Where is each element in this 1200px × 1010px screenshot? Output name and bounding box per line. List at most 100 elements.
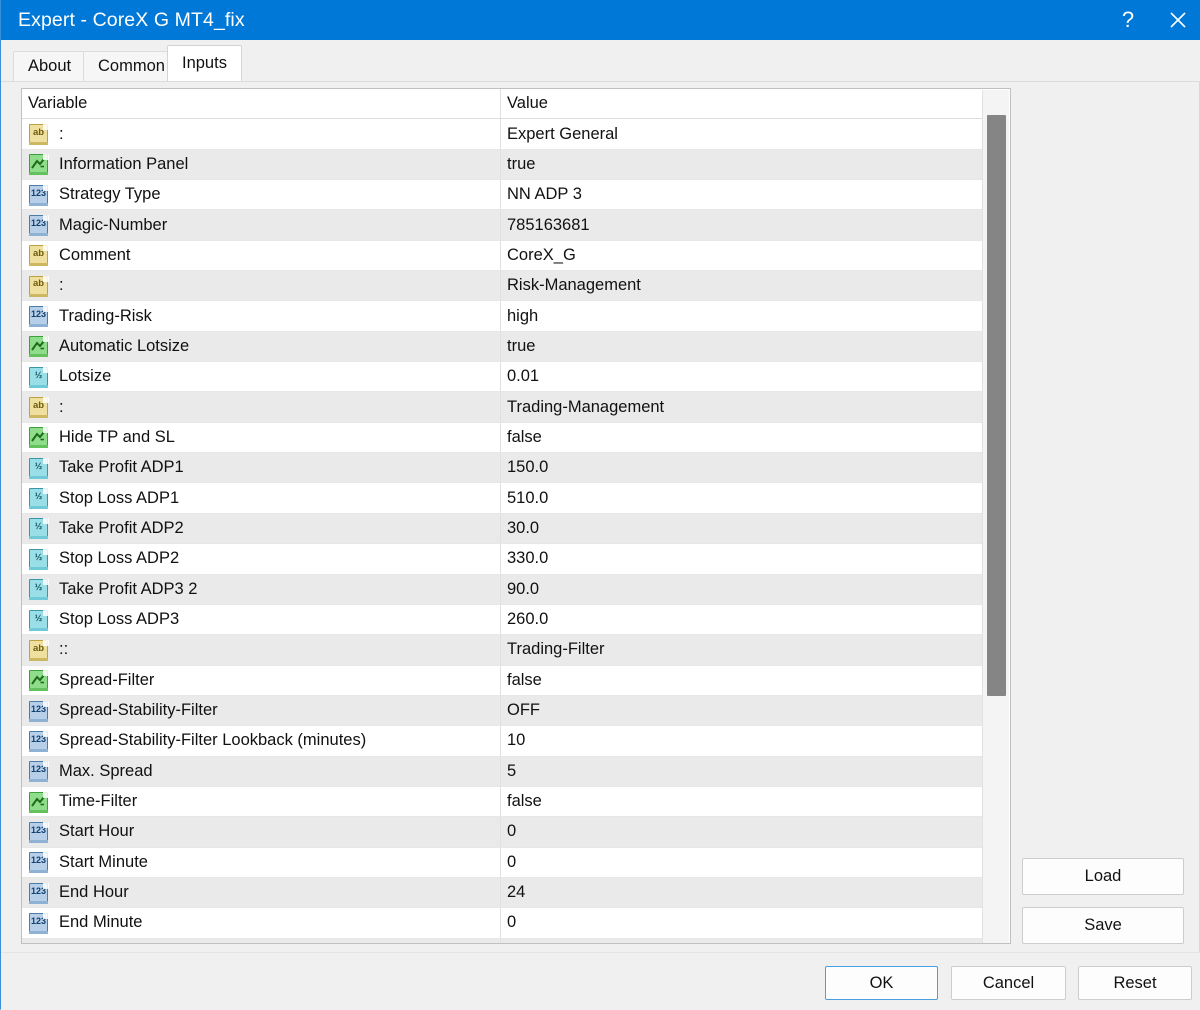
value-text: false: [507, 670, 542, 689]
tab-strip: About Common Inputs: [1, 40, 1200, 82]
table-row[interactable]: ab Comment CoreX_G: [22, 240, 983, 272]
cell-value[interactable]: true: [501, 150, 983, 179]
variable-label: Start Minute: [59, 852, 148, 871]
cell-value[interactable]: 5: [501, 757, 983, 786]
variable-label: Take Profit ADP3 2: [59, 579, 198, 598]
cell-value[interactable]: true: [501, 332, 983, 361]
value-text: 785163681: [507, 215, 590, 234]
value-text: 510.0: [507, 488, 549, 507]
cell-value[interactable]: NN ADP 3: [501, 180, 983, 209]
save-button[interactable]: Save: [1022, 907, 1184, 944]
value-text: Expert General: [507, 124, 618, 143]
table-row[interactable]: ½ Take Profit ADP2 30.0: [22, 513, 983, 545]
table-row[interactable]: ½ Stop Loss ADP1 510.0: [22, 483, 983, 514]
cell-variable: ab:: [22, 271, 501, 301]
value-text: OFF: [507, 701, 540, 720]
reset-button[interactable]: Reset: [1078, 966, 1192, 1000]
table-row[interactable]: Information Panel true: [22, 149, 983, 181]
cell-value[interactable]: 30.0: [501, 514, 983, 543]
scrollbar-thumb[interactable]: [987, 115, 1006, 696]
cell-value[interactable]: 260.0: [501, 605, 983, 634]
table-row[interactable]: ½ Take Profit ADP1 150.0: [22, 453, 983, 484]
cell-value[interactable]: 10: [501, 726, 983, 755]
table-row[interactable]: ½ Stop Loss ADP3 260.0: [22, 604, 983, 636]
cell-value[interactable]: CoreX_G: [501, 241, 983, 270]
table-row[interactable]: ab: Trading-Management: [22, 392, 983, 423]
table-row[interactable]: 123 End Hour 24: [22, 877, 983, 909]
table-header-row: Variable Value: [22, 89, 983, 120]
cell-variable: 123 Start Minute: [22, 847, 501, 877]
value-text: false: [507, 792, 542, 811]
table-row[interactable]: 123 Start Minute 0: [22, 847, 983, 878]
table-row[interactable]: Time-Filter false: [22, 786, 983, 818]
value-text: high: [507, 306, 539, 325]
tab-about[interactable]: About: [13, 51, 87, 81]
load-button[interactable]: Load: [1022, 858, 1184, 895]
table-row[interactable]: 123 Max. Spread 5: [22, 756, 983, 787]
cell-value[interactable]: false: [501, 666, 983, 695]
cell-variable: ab Comment: [22, 240, 501, 271]
expert-properties-dialog: Expert - CoreX G MT4_fix ? About Common …: [0, 0, 1200, 1010]
double-type-icon: ½: [28, 609, 50, 631]
table-row[interactable]: ab: Risk-Management: [22, 271, 983, 302]
table-row[interactable]: ab: Expert General: [22, 119, 983, 150]
cell-variable: 123 Max. Spread: [22, 756, 501, 786]
cell-value[interactable]: high: [501, 301, 983, 330]
table-row[interactable]: ab:: Trading-Filter: [22, 635, 983, 666]
table-row[interactable]: 123 Spread-Stability-Filter Lookback (min…: [22, 726, 983, 757]
table-row[interactable]: 123 Magic-Number 785163681: [22, 210, 983, 241]
string-type-icon: ab: [28, 244, 50, 267]
table-row[interactable]: 123 End Minute 0: [22, 908, 983, 939]
double-type-icon: ½: [28, 487, 50, 510]
string-type-icon: ab: [28, 123, 50, 146]
cell-variable: ½ Stop Loss ADP1: [22, 483, 501, 513]
close-button[interactable]: [1155, 0, 1200, 40]
tab-inputs[interactable]: Inputs: [167, 45, 242, 81]
cancel-button[interactable]: Cancel: [951, 966, 1066, 1000]
header-cell-variable: Variable: [22, 89, 501, 119]
value-text: 0: [507, 822, 517, 841]
variable-label: End Minute: [59, 913, 143, 932]
table-row[interactable]: Spread-Filter false: [22, 665, 983, 696]
table-row[interactable]: 123 Start Hour 0: [22, 817, 983, 848]
tab-common[interactable]: Common: [83, 51, 180, 81]
cell-value[interactable]: Expert General: [501, 119, 983, 148]
table-row[interactable]: 123 Strategy Type NN ADP 3: [22, 180, 983, 211]
cell-value[interactable]: 150.0: [501, 453, 983, 482]
variable-label: Max. Spread: [59, 761, 153, 780]
table-row[interactable]: ½ Stop Loss ADP2 330.0: [22, 544, 983, 575]
cell-variable: [22, 938, 501, 943]
cell-variable: Spread-Filter: [22, 665, 501, 695]
cell-value[interactable]: Trading-Filter: [501, 635, 983, 664]
table-row[interactable]: 123 Trading-Risk high: [22, 301, 983, 332]
table-row[interactable]: 123 Spread-Stability-Filter OFF: [22, 695, 983, 727]
variable-label: End Hour: [59, 883, 129, 902]
cell-value[interactable]: 0: [501, 817, 983, 846]
cell-value[interactable]: OFF: [501, 696, 983, 725]
cell-value[interactable]: 24: [501, 878, 983, 907]
cell-value[interactable]: false: [501, 423, 983, 452]
cell-variable: ½ Lotsize: [22, 362, 501, 392]
cell-value[interactable]: [501, 939, 983, 943]
table-row[interactable]: ½ Take Profit ADP3 2 90.0: [22, 574, 983, 605]
variable-label: :: [59, 397, 64, 416]
variable-label: Start Hour: [59, 822, 135, 841]
cell-value[interactable]: false: [501, 787, 983, 816]
cell-value[interactable]: 90.0: [501, 575, 983, 604]
cell-value[interactable]: 330.0: [501, 544, 983, 573]
cell-value[interactable]: Risk-Management: [501, 271, 983, 300]
table-row[interactable]: Automatic Lotsize true: [22, 331, 983, 363]
cell-value[interactable]: Trading-Management: [501, 392, 983, 421]
vertical-scrollbar[interactable]: [982, 90, 1009, 943]
cell-value[interactable]: 510.0: [501, 483, 983, 512]
help-button[interactable]: ?: [1101, 0, 1155, 40]
table-row[interactable]: ½ Lotsize 0.01: [22, 362, 983, 393]
cell-value[interactable]: 0: [501, 848, 983, 877]
table-row[interactable]: Hide TP and SL false: [22, 422, 983, 454]
cell-value[interactable]: 0: [501, 908, 983, 937]
cell-value[interactable]: 785163681: [501, 210, 983, 239]
cell-value[interactable]: 0.01: [501, 362, 983, 391]
ok-button[interactable]: OK: [825, 966, 938, 1000]
table-row[interactable]: [22, 938, 983, 943]
value-text: 260.0: [507, 610, 549, 629]
